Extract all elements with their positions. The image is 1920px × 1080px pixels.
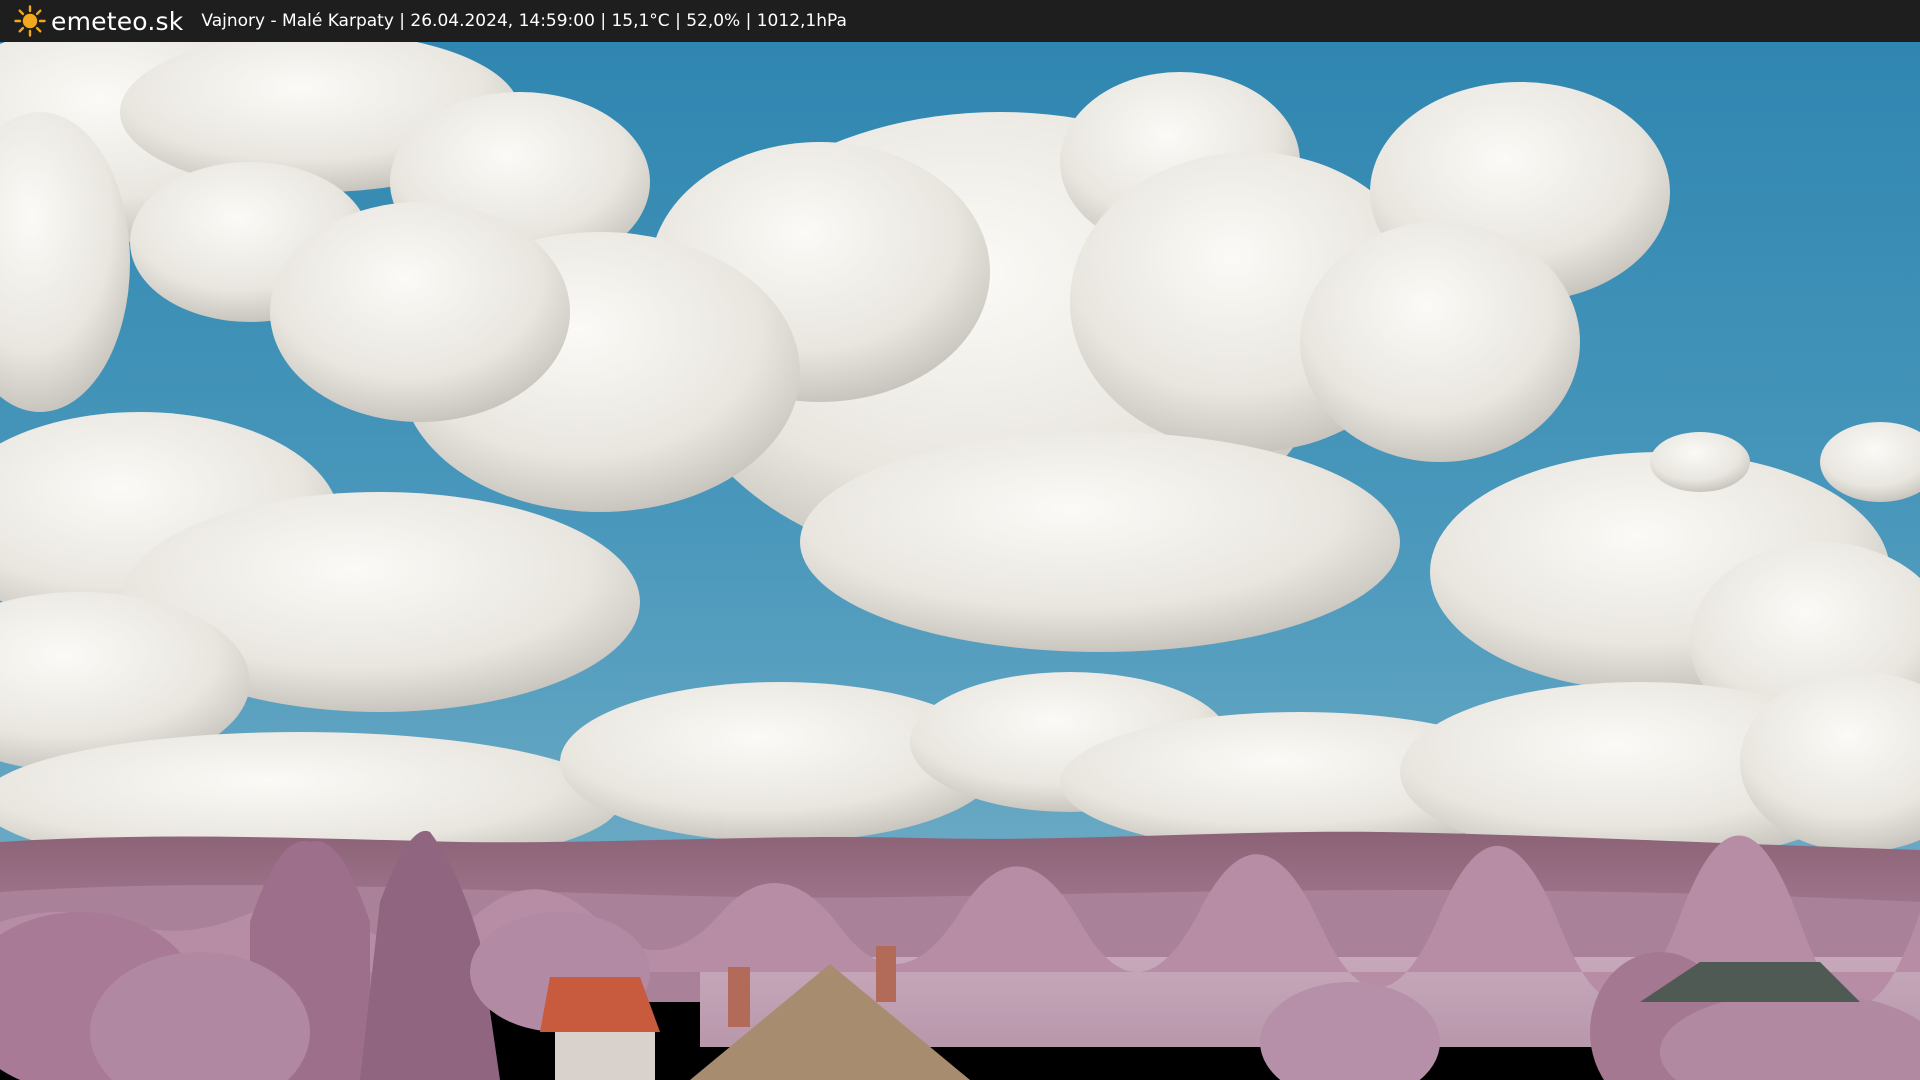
webcam-image [0,42,1920,1080]
header-bar: emeteo.sk Vajnory - Malé Karpaty | 26.04… [0,0,1920,42]
weather-caption: Vajnory - Malé Karpaty | 26.04.2024, 14:… [201,11,847,31]
landscape-illustration [0,42,1920,1080]
sun-icon [14,5,46,37]
brand-name: emeteo.sk [51,6,184,36]
site-logo[interactable]: emeteo.sk [14,5,183,37]
clouds [0,42,1920,872]
webcam-frame: emeteo.sk Vajnory - Malé Karpaty | 26.04… [0,0,1920,1080]
